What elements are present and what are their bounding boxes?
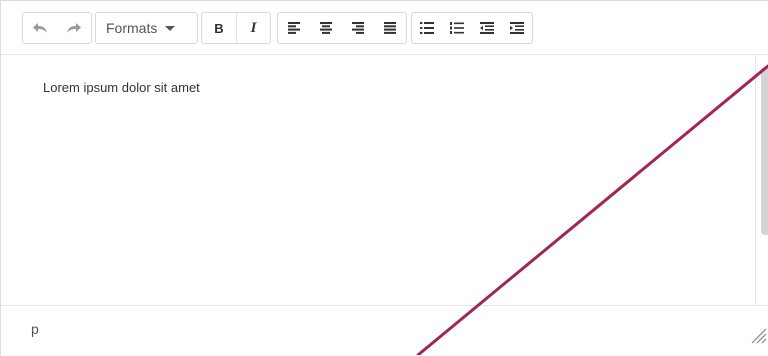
- scrollbar-thumb[interactable]: [761, 67, 768, 235]
- italic-button[interactable]: I: [236, 13, 270, 43]
- editor-statusbar: p: [1, 305, 768, 356]
- redo-icon: [67, 23, 81, 33]
- align-right-icon: [352, 22, 364, 34]
- bold-icon: B: [214, 20, 224, 36]
- vertical-scrollbar[interactable]: [755, 55, 768, 305]
- outdent-button[interactable]: [472, 13, 502, 43]
- indent-button[interactable]: [502, 13, 532, 43]
- bold-button[interactable]: B: [202, 13, 236, 43]
- rich-text-editor: Formats B I Lorem ipsum dolor sit amet p: [0, 0, 768, 356]
- align-center-icon: [320, 22, 332, 34]
- bullet-list-button[interactable]: [412, 13, 442, 43]
- formats-label: Formats: [106, 20, 158, 36]
- chevron-down-icon: [165, 25, 176, 31]
- indent-icon: [510, 22, 524, 34]
- element-path[interactable]: p: [31, 321, 39, 337]
- outdent-icon: [480, 22, 494, 34]
- undo-icon: [33, 23, 47, 33]
- history-group: [22, 12, 92, 44]
- align-justify-button[interactable]: [374, 13, 406, 43]
- undo-button[interactable]: [23, 13, 57, 43]
- italic-icon: I: [250, 19, 257, 36]
- formats-group: Formats: [95, 12, 198, 44]
- alignment-group: [277, 12, 407, 44]
- style-group: B I: [201, 12, 271, 44]
- numbered-list-icon: [450, 22, 464, 34]
- align-left-icon: [288, 22, 300, 34]
- align-center-button[interactable]: [310, 13, 342, 43]
- editor-toolbar: Formats B I: [1, 1, 768, 55]
- bullet-list-icon: [420, 22, 434, 34]
- content-paragraph[interactable]: Lorem ipsum dolor sit amet: [43, 80, 755, 95]
- resize-handle-icon[interactable]: [749, 326, 767, 344]
- align-right-button[interactable]: [342, 13, 374, 43]
- list-group: [411, 12, 533, 44]
- numbered-list-button[interactable]: [442, 13, 472, 43]
- formats-dropdown[interactable]: Formats: [96, 13, 197, 43]
- redo-button[interactable]: [57, 13, 91, 43]
- editor-content-area[interactable]: Lorem ipsum dolor sit amet: [1, 55, 755, 305]
- align-justify-icon: [384, 22, 396, 34]
- align-left-button[interactable]: [278, 13, 310, 43]
